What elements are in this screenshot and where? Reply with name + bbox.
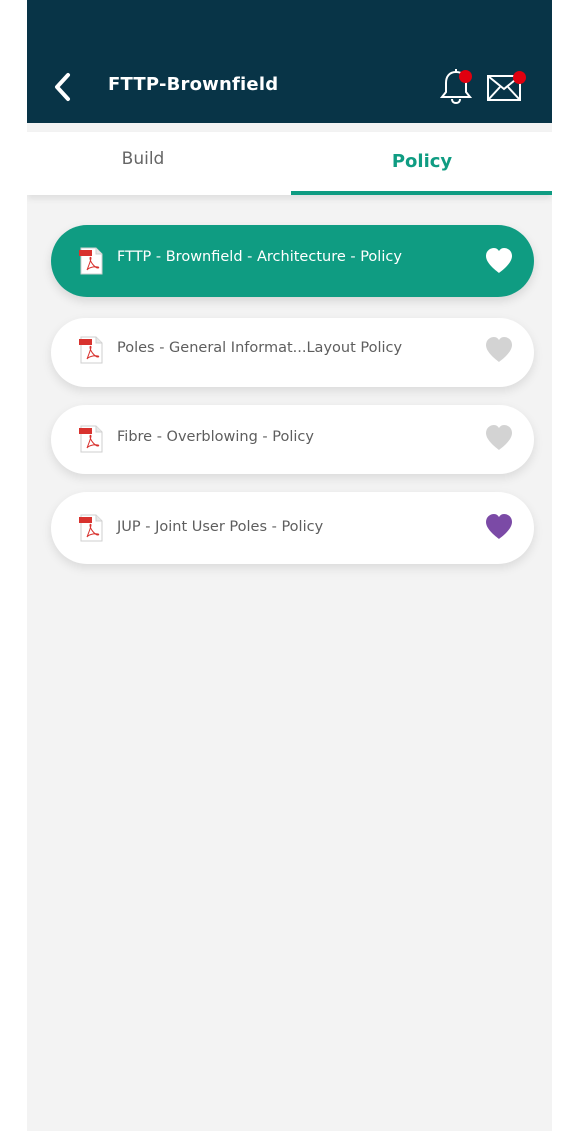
tab-policy[interactable]: Policy — [291, 132, 552, 195]
mail-icon — [487, 75, 521, 101]
page-title: FTTP-Brownfield — [108, 74, 279, 95]
message-badge — [513, 71, 526, 84]
favorite-heart-icon[interactable] — [484, 336, 514, 364]
document-title: Poles - General Informat...Layout Policy — [117, 340, 403, 356]
chevron-left-icon — [55, 73, 70, 101]
app-screen: FTTP-Brownfield Build Policy FTTP - Brow… — [27, 0, 552, 1131]
document-title: FTTP - Brownfield - Architecture - Polic… — [117, 249, 402, 265]
notifications-button[interactable] — [437, 68, 477, 106]
messages-button[interactable] — [485, 68, 533, 106]
pdf-file-icon — [79, 514, 103, 542]
app-header: FTTP-Brownfield — [27, 0, 552, 123]
tab-build-label: Build — [121, 149, 165, 169]
document-item[interactable]: FTTP - Brownfield - Architecture - Polic… — [51, 225, 534, 297]
document-item[interactable]: Fibre - Overblowing - Policy — [51, 405, 534, 474]
pdf-file-icon — [79, 247, 103, 275]
pdf-file-icon — [79, 425, 103, 453]
favorite-heart-icon[interactable] — [484, 424, 514, 452]
active-tab-indicator — [291, 191, 552, 195]
back-button[interactable] — [47, 68, 79, 106]
document-item[interactable]: Poles - General Informat...Layout Policy — [51, 318, 534, 387]
document-title: JUP - Joint User Poles - Policy — [117, 519, 324, 535]
favorite-heart-icon[interactable] — [484, 247, 514, 275]
document-title: Fibre - Overblowing - Policy — [117, 429, 314, 445]
pdf-file-icon — [79, 336, 103, 364]
tab-policy-label: Policy — [391, 151, 453, 172]
favorite-heart-icon[interactable] — [484, 513, 514, 541]
document-item[interactable]: JUP - Joint User Poles - Policy — [51, 492, 534, 564]
tab-build[interactable]: Build — [27, 132, 289, 195]
notification-badge — [459, 70, 472, 83]
tab-bar: Build Policy — [27, 132, 552, 195]
